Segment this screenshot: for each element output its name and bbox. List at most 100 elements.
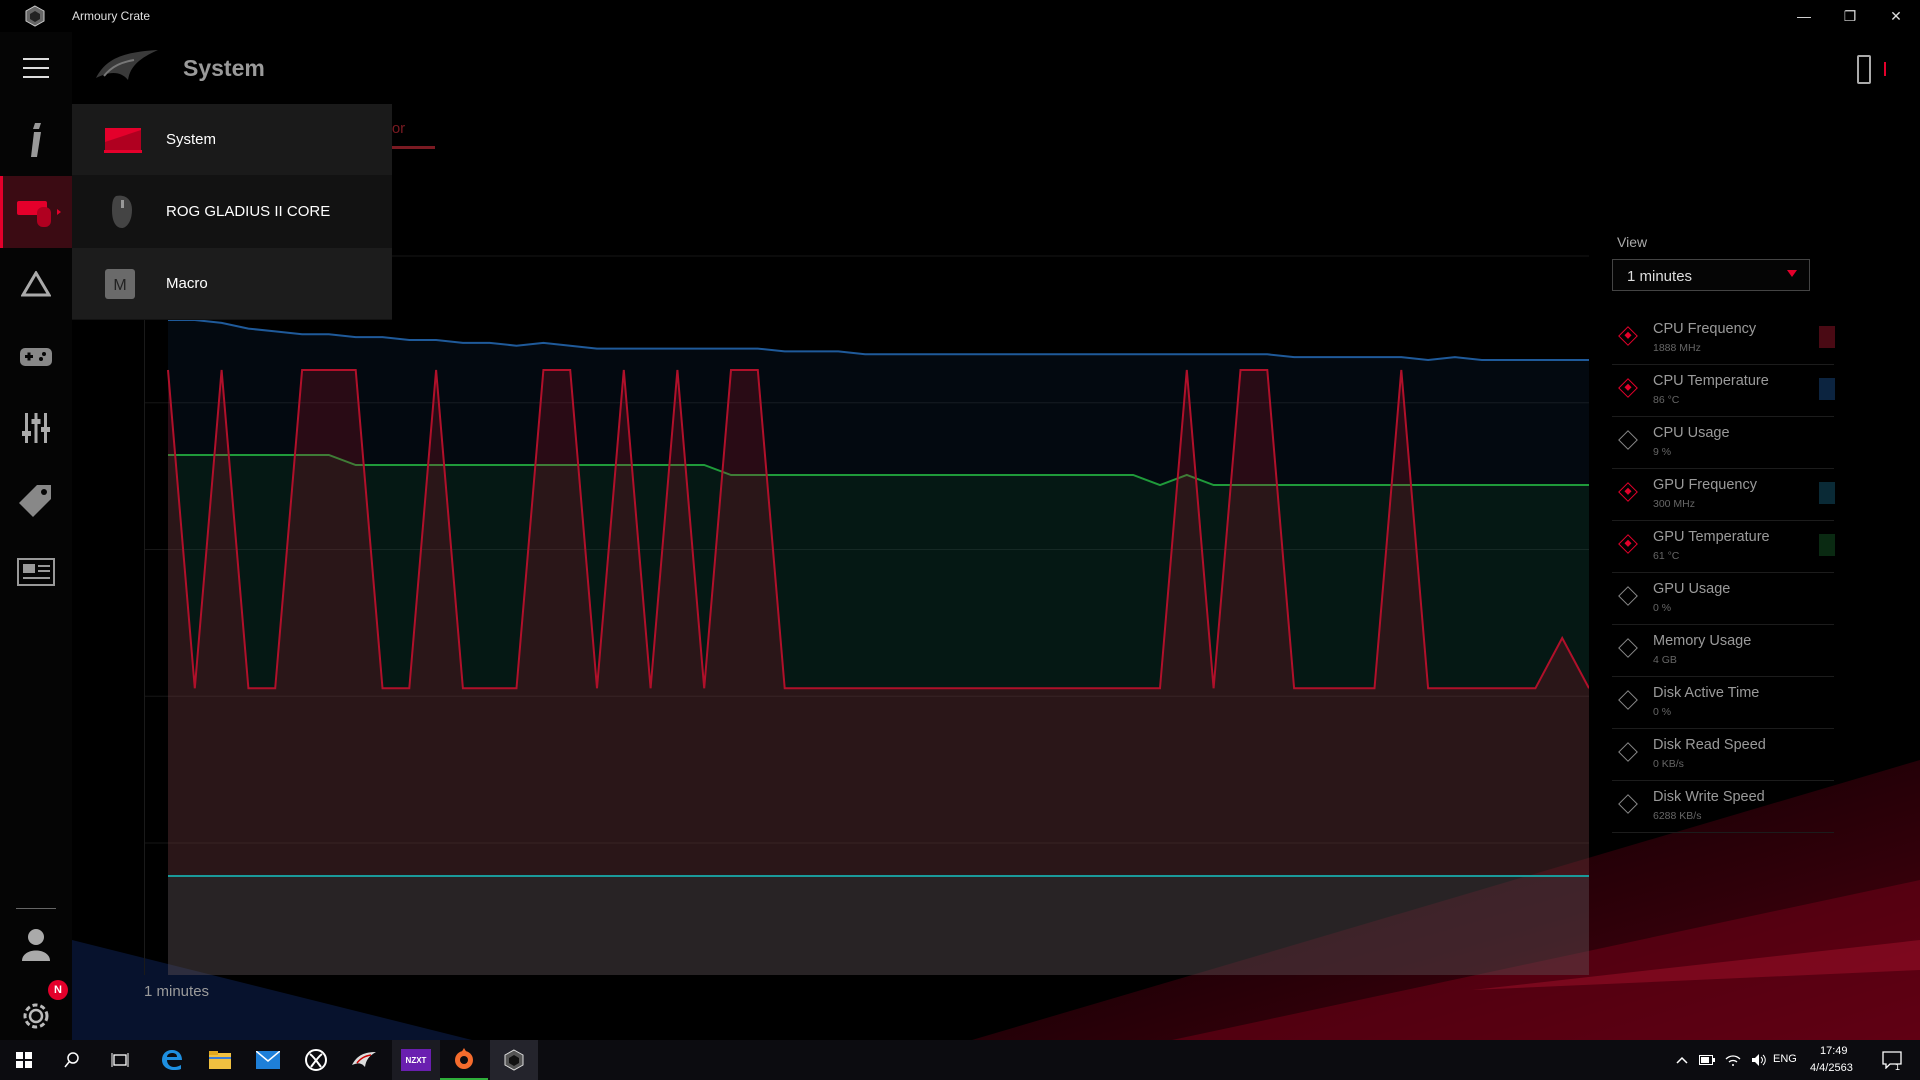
metric-value: 0 % <box>1653 706 1672 718</box>
taskbar-mail[interactable] <box>244 1040 292 1080</box>
rail-item-aura[interactable] <box>0 248 72 320</box>
metric-cpu-usage[interactable]: CPU Usage 9 % <box>1612 416 1834 469</box>
rail-item-settings-sliders[interactable] <box>0 392 72 464</box>
origin-icon <box>455 1048 473 1069</box>
metric-toggle-icon[interactable] <box>1618 534 1638 554</box>
metric-disk-active-time[interactable]: Disk Active Time 0 % <box>1612 676 1834 729</box>
metric-value: 4 GB <box>1653 654 1677 666</box>
metric-name: CPU Temperature <box>1653 373 1769 389</box>
wifi-icon <box>1725 1055 1741 1066</box>
rail-item-devices[interactable] <box>0 176 72 248</box>
chevron-down-icon <box>1787 270 1797 277</box>
taskbar-edge[interactable] <box>148 1040 196 1080</box>
start-button[interactable] <box>0 1040 48 1080</box>
metric-toggle-icon[interactable] <box>1618 482 1638 502</box>
settings-sliders-icon <box>22 413 50 443</box>
restore-button[interactable]: ❐ <box>1827 0 1873 32</box>
metric-name: CPU Frequency <box>1653 321 1757 337</box>
metric-toggle-icon[interactable] <box>1618 742 1638 762</box>
metric-value: 0 KB/s <box>1653 758 1684 770</box>
rail-item-deals[interactable] <box>0 464 72 536</box>
tray-language[interactable]: ENG <box>1773 1053 1797 1065</box>
monitor-chart <box>144 255 1589 975</box>
tray-time[interactable]: 17:49 <box>1820 1045 1848 1057</box>
deals-icon <box>19 485 51 517</box>
metric-cpu-frequency[interactable]: CPU Frequency 1888 MHz <box>1612 312 1835 365</box>
metric-name: Disk Active Time <box>1653 685 1760 701</box>
aura-icon <box>21 271 51 297</box>
metric-gpu-frequency[interactable]: GPU Frequency 300 MHz <box>1612 468 1835 521</box>
close-button[interactable]: ✕ <box>1873 0 1919 32</box>
minimize-button[interactable]: — <box>1781 0 1827 32</box>
rail-item-game[interactable] <box>0 320 72 392</box>
metric-disk-read-speed[interactable]: Disk Read Speed 0 KB/s <box>1612 728 1834 781</box>
metric-toggle-icon[interactable] <box>1618 326 1638 346</box>
hamburger-icon <box>23 58 49 78</box>
action-center-button[interactable]: 1 <box>1868 1040 1916 1080</box>
dropdown-item-label: ROG GLADIUS II CORE <box>166 203 331 220</box>
taskbar-file-explorer[interactable] <box>196 1040 244 1080</box>
metric-toggle-icon[interactable] <box>1618 430 1638 450</box>
time-range-select[interactable]: 1 minutes <box>1612 259 1810 291</box>
chevron-up-icon <box>1676 1056 1688 1064</box>
rog-logo <box>96 50 158 80</box>
news-icon <box>17 558 55 586</box>
metric-value: 86 °C <box>1653 394 1680 406</box>
tray-overflow-button[interactable] <box>1668 1040 1696 1080</box>
metric-toggle-icon[interactable] <box>1618 638 1638 658</box>
xbox-icon <box>305 1049 327 1071</box>
metric-color-swatch <box>1819 378 1835 400</box>
metric-value: 1888 MHz <box>1653 342 1701 354</box>
taskbar-search[interactable] <box>48 1040 96 1080</box>
metric-gpu-temperature[interactable]: GPU Temperature 61 °C <box>1612 520 1835 573</box>
left-rail: N <box>0 32 72 1040</box>
taskbar-xbox[interactable] <box>292 1040 340 1080</box>
tray-date[interactable]: 4/4/2563 <box>1810 1062 1853 1074</box>
task-view-button[interactable] <box>96 1040 144 1080</box>
menu-button[interactable] <box>0 32 72 104</box>
taskbar-origin[interactable] <box>440 1040 488 1080</box>
phone-icon[interactable] <box>1857 55 1871 84</box>
dropdown-item-system[interactable]: System <box>72 104 392 175</box>
metric-value: 0 % <box>1653 602 1672 614</box>
device-dropdown: System ROG GLADIUS II CORE M Macro <box>72 104 392 320</box>
nzxt-icon: NZXT <box>401 1049 431 1071</box>
tray-volume[interactable] <box>1746 1040 1772 1080</box>
file-explorer-icon <box>209 1051 231 1069</box>
dropdown-item-label: Macro <box>166 275 208 292</box>
metric-toggle-icon[interactable] <box>1618 586 1638 606</box>
title-bar: Armoury Crate — ❐ ✕ <box>0 0 1920 32</box>
metric-toggle-icon[interactable] <box>1618 690 1638 710</box>
tray-battery[interactable] <box>1694 1040 1720 1080</box>
volume-icon <box>1752 1054 1766 1066</box>
devices-icon <box>16 201 61 227</box>
metric-memory-usage[interactable]: Memory Usage 4 GB <box>1612 624 1834 677</box>
metric-name: CPU Usage <box>1653 425 1730 441</box>
metric-toggle-icon[interactable] <box>1618 794 1638 814</box>
metric-cpu-temperature[interactable]: CPU Temperature 86 °C <box>1612 364 1835 417</box>
metric-gpu-usage[interactable]: GPU Usage 0 % <box>1612 572 1834 625</box>
window-title: Armoury Crate <box>72 9 151 23</box>
tray-wifi[interactable] <box>1720 1040 1746 1080</box>
battery-icon <box>1699 1055 1715 1065</box>
taskbar-armoury-crate[interactable] <box>490 1040 538 1080</box>
metric-color-swatch <box>1819 482 1835 504</box>
rail-item-user[interactable] <box>0 908 72 980</box>
metric-value: 9 % <box>1653 446 1672 458</box>
chart-time-range-label: 1 minutes <box>144 983 210 1000</box>
dropdown-item-macro[interactable]: M Macro <box>72 248 392 319</box>
taskbar-rog-gaming[interactable] <box>340 1040 388 1080</box>
taskbar-nzxt[interactable]: NZXT <box>392 1040 440 1080</box>
metric-toggle-icon[interactable] <box>1618 378 1638 398</box>
rail-item-info[interactable] <box>0 104 72 176</box>
metric-name: Disk Write Speed <box>1653 789 1765 805</box>
svg-text:M: M <box>113 277 126 294</box>
armoury-crate-icon <box>25 5 45 27</box>
task-view-icon <box>111 1053 129 1067</box>
metric-disk-write-speed[interactable]: Disk Write Speed 6288 KB/s <box>1612 780 1834 833</box>
mail-icon <box>256 1051 280 1069</box>
dropdown-item-mouse[interactable]: ROG GLADIUS II CORE <box>72 176 392 247</box>
rail-item-news[interactable] <box>0 536 72 608</box>
rog-gaming-icon <box>352 1052 376 1067</box>
dropdown-item-label: System <box>166 131 217 148</box>
